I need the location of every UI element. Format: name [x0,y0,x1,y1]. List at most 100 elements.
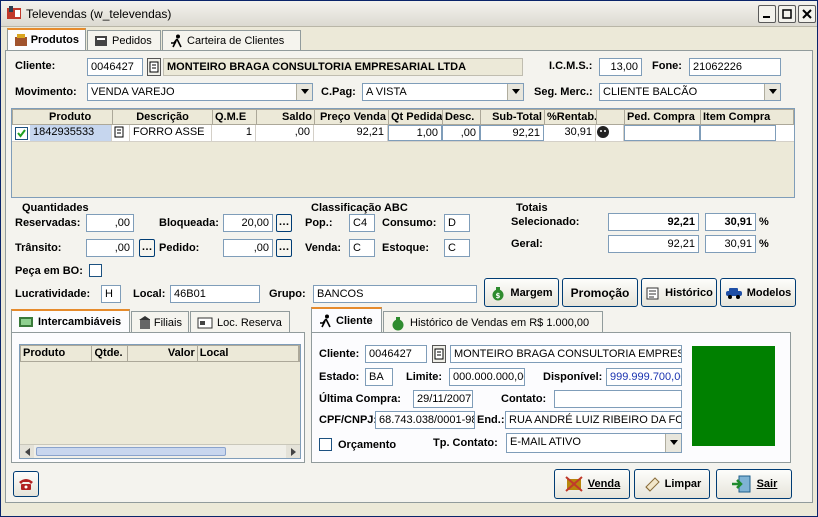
car-icon [725,287,742,299]
cell-produto[interactable]: 1842935533 [30,125,112,141]
chevron-down-icon[interactable] [764,84,780,100]
cell-preco[interactable]: 92,21 [314,125,388,141]
col-ped-compra[interactable]: Ped. Compra [625,110,701,124]
horizontal-scrollbar[interactable] [20,444,300,458]
col-inter-produto[interactable]: Produto [21,346,93,361]
exit-door-icon [731,475,751,493]
consumo-label: Consumo: [382,217,437,229]
running-man-icon [171,34,182,47]
cell-item-compra[interactable] [700,125,776,141]
cpag-select[interactable]: A VISTA [362,83,524,101]
cell-subtotal[interactable]: 92,21 [480,125,544,141]
minimize-icon [763,16,770,18]
table-row[interactable]: 1842935533 FORRO ASSE 1 ,00 92,21 1,00 ,… [12,125,794,142]
grupo-field: BANCOS [313,285,477,303]
col-qme[interactable]: Q.M.E [213,110,257,124]
col-desc[interactable]: Desc. [443,110,481,124]
close-icon [802,9,812,19]
margem-button[interactable]: $ Margem [484,278,559,307]
col-descricao[interactable]: Descrição [113,110,213,124]
orcamento-checkbox[interactable] [319,438,332,451]
cliente-code-field[interactable]: 0046427 [87,58,143,76]
col-inter-valor[interactable]: Valor [128,346,198,361]
tab-intercambiaveis[interactable]: Intercambiáveis [11,309,130,333]
bloqueada-label: Bloqueada: [159,217,219,229]
lookup-icon [149,61,159,73]
fone-field[interactable]: 21062226 [689,58,781,76]
tab-carteira-clientes[interactable]: Carteira de Clientes [162,30,301,50]
historico-button[interactable]: Histórico [641,278,717,307]
sale-icon [565,476,583,492]
intercambiaveis-grid[interactable]: Produto Qtde. Valor Local [19,344,301,459]
bloqueada-details-button[interactable]: … [276,214,292,232]
tab-filiais[interactable]: Filiais [131,311,189,333]
col-inter-local[interactable]: Local [198,346,299,361]
lucratividade-field: H [101,285,121,303]
venda-button[interactable]: Venda [554,469,630,499]
sair-button[interactable]: Sair [716,469,792,499]
cell-desc[interactable]: ,00 [442,125,480,141]
selecionado-pct-symbol: % [759,216,769,228]
icms-field[interactable]: 13,00 [599,58,642,76]
col-qt-pedida[interactable]: Qt Pedida [389,110,443,124]
peca-bo-checkbox[interactable] [89,264,102,277]
transito-details-button[interactable]: … [139,239,155,257]
rentab-face-icon [596,125,624,141]
cell-ped-compra[interactable] [624,125,700,141]
chevron-down-icon[interactable] [665,434,681,452]
pedido-details-button[interactable]: … [276,239,292,257]
cp-cliente-lookup-button[interactable] [432,345,446,363]
segmerc-label: Seg. Merc.: [534,86,593,98]
phone-button[interactable] [13,471,39,497]
tab-cliente[interactable]: Cliente [311,307,382,333]
col-subtotal[interactable]: Sub-Total [481,110,545,124]
col-rentab[interactable]: %Rentab. [545,110,597,124]
icms-label: I.C.M.S.: [549,60,593,72]
cp-ultima-compra-field: 29/11/2007 [413,390,473,408]
lucratividade-label: Lucratividade: [15,288,91,300]
close-button[interactable] [798,5,816,23]
tab-pedidos[interactable]: Pedidos [87,30,161,50]
cell-saldo: ,00 [256,125,314,141]
tab-historico-vendas[interactable]: Histórico de Vendas em R$ 1.000,00 [383,311,603,333]
cp-tpcontato-select[interactable]: E-MAIL ATIVO [506,433,682,453]
cp-cliente-code[interactable]: 0046427 [365,345,427,363]
col-produto[interactable]: Produto [13,110,113,124]
cliente-name-field: MONTEIRO BRAGA CONSULTORIA EMPRESARIAL L… [163,58,523,76]
col-preco-venda[interactable]: Preço Venda [315,110,389,124]
scroll-right-icon[interactable] [286,445,300,458]
title-bar[interactable]: Televendas (w_televendas) [1,1,817,27]
tab-loc-reserva[interactable]: Loc. Reserva [190,311,290,333]
promocao-button[interactable]: Promoção [562,278,638,307]
cell-qme: 1 [212,125,256,141]
product-lookup-button[interactable] [112,125,130,141]
row-select-checkbox[interactable] [14,126,28,140]
limpar-button[interactable]: Limpar [634,469,710,499]
cliente-lookup-button[interactable] [147,58,161,76]
cell-rentab: 30,91 [544,125,596,141]
maximize-button[interactable] [778,5,796,23]
col-saldo[interactable]: Saldo [257,110,315,124]
modelos-button[interactable]: Modelos [720,278,796,307]
tab-produtos[interactable]: Produtos [7,28,86,50]
chevron-down-icon[interactable] [507,84,523,100]
minimize-button[interactable] [758,5,776,23]
scroll-thumb[interactable] [36,447,226,456]
cell-descricao[interactable]: FORRO ASSE [130,125,212,141]
product-grid-header: Produto Descrição Q.M.E Saldo Preço Vend… [12,109,794,125]
quantidades-title: Quantidades [22,202,89,214]
movimento-select[interactable]: VENDA VAREJO [87,83,313,101]
cell-qt-pedida[interactable]: 1,00 [388,125,442,141]
scroll-left-icon[interactable] [20,445,34,458]
cpag-label: C.Pag: [321,86,356,98]
totais-title: Totais [516,202,548,214]
col-item-compra[interactable]: Item Compra [701,110,777,124]
col-inter-qtde[interactable]: Qtde. [92,346,129,361]
cp-contato-field[interactable] [554,390,682,408]
product-grid[interactable]: Produto Descrição Q.M.E Saldo Preço Vend… [11,108,795,198]
segmerc-select[interactable]: CLIENTE BALCÃO [599,83,781,101]
reservadas-label: Reservadas: [15,217,81,229]
chevron-down-icon[interactable] [296,84,312,100]
eraser-icon [644,477,660,492]
cp-cliente-name: MONTEIRO BRAGA CONSULTORIA EMPRESARIAL [450,345,682,363]
